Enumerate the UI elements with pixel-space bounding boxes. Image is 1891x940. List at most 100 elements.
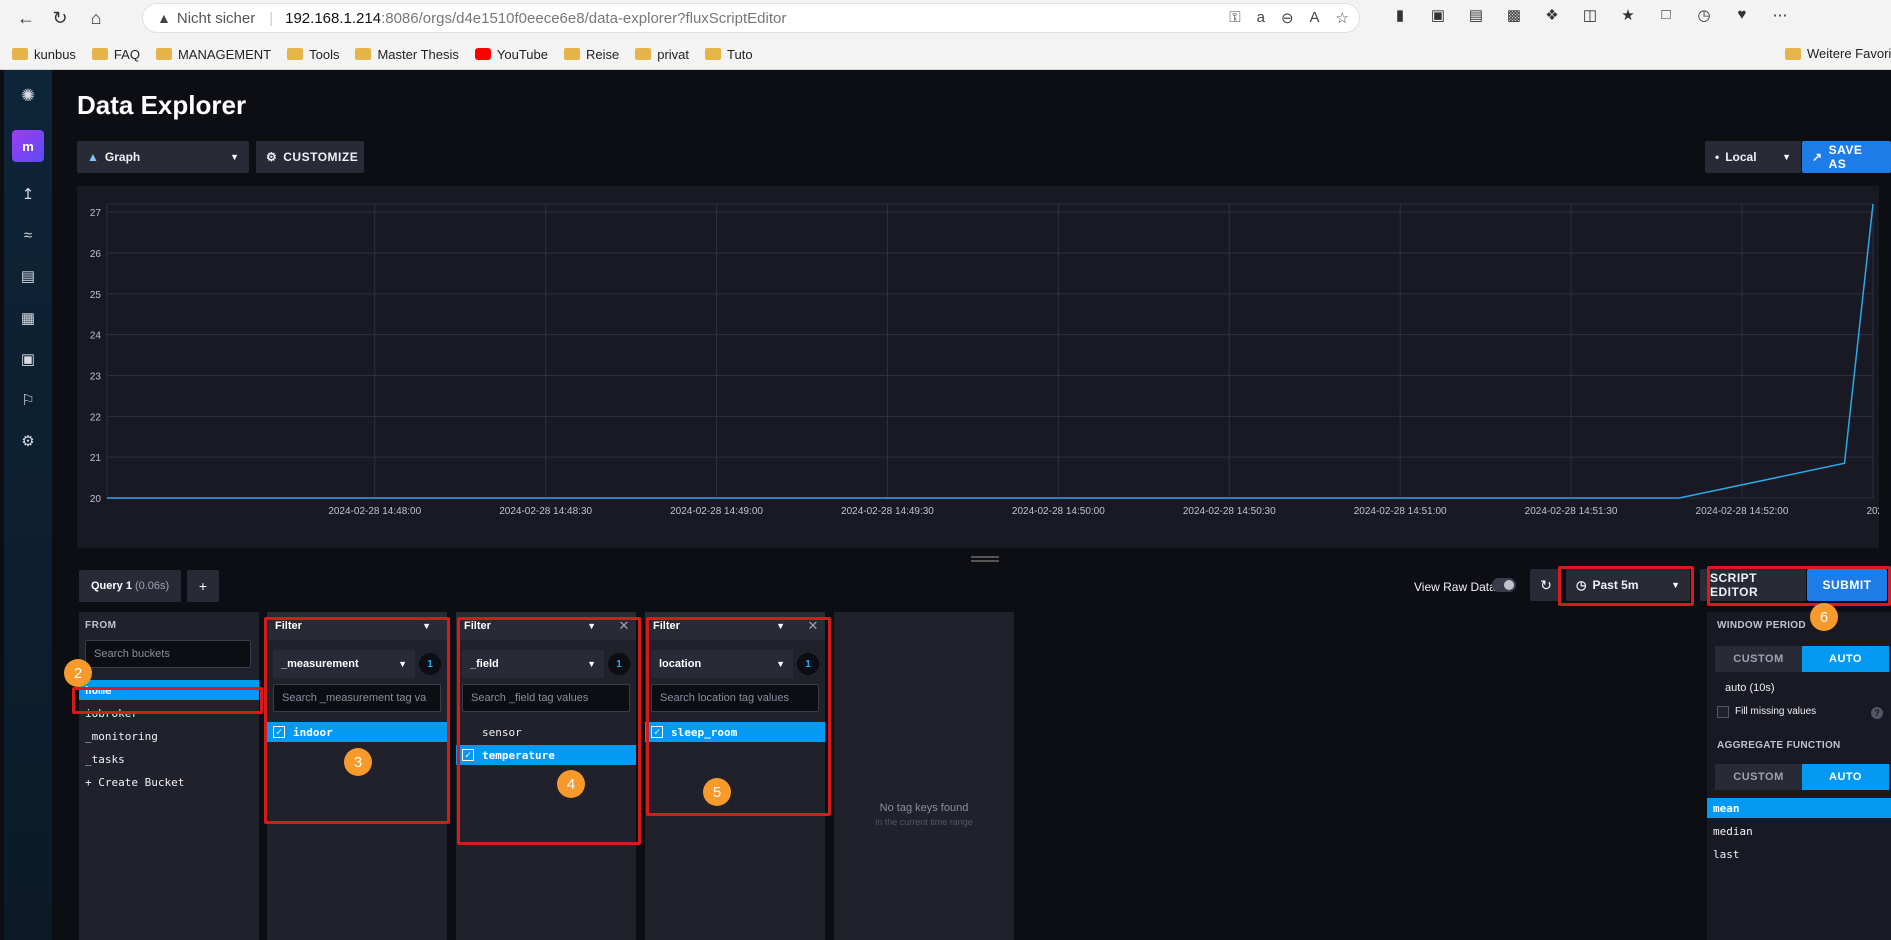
performance-icon[interactable]: ♥	[1732, 6, 1752, 24]
from-panel: FROM Search buckets home iobroker _monit…	[79, 612, 259, 940]
insecure-label: Nicht sicher	[176, 9, 256, 27]
x-tick-label: 2024-02-28 14:48:00	[328, 506, 421, 517]
split-screen-icon[interactable]: ◫	[1580, 6, 1600, 24]
alerts-bell-icon[interactable]: ⚐	[4, 386, 52, 414]
key-icon[interactable]: ⚿	[1229, 9, 1240, 27]
url-host: 192.168.1.214	[285, 9, 382, 27]
window-period-toggle: CUSTOM AUTO	[1715, 646, 1889, 672]
fill-missing-checkbox[interactable]	[1717, 706, 1729, 718]
bookmark-youtube[interactable]: YouTube	[474, 47, 548, 62]
dashboards-icon[interactable]: ▦	[4, 304, 52, 332]
reload-icon[interactable]: ↻	[46, 4, 74, 32]
bookmark-faq[interactable]: FAQ	[91, 47, 140, 62]
annotation-box-submit	[1707, 566, 1891, 606]
left-navigation: ✺ m ↥ ≈ ▤ ▦ ▣ ⚐ ⚙	[4, 70, 52, 940]
y-tick-label: 26	[90, 249, 102, 260]
notebook-icon[interactable]: ▤	[4, 262, 52, 290]
url-path: :8086/orgs/d4e1510f0eece6e8/data-explore…	[381, 9, 787, 27]
add-query-button[interactable]: +	[187, 570, 219, 602]
favorite-star-icon[interactable]: ☆	[1336, 9, 1349, 27]
folder-icon	[155, 48, 172, 60]
tasks-calendar-icon[interactable]: ▣	[4, 345, 52, 373]
fill-missing-label: Fill missing values	[1735, 706, 1817, 717]
x-tick-label: 2024-02-28 14:48:30	[499, 506, 592, 517]
translate-icon[interactable]: a	[1257, 9, 1265, 27]
window-period-label: WINDOW PERIOD	[1717, 620, 1806, 631]
aggregate-fn-mean[interactable]: mean	[1707, 798, 1891, 818]
chevron-down-icon: ▼	[1782, 152, 1791, 162]
view-raw-data-toggle[interactable]	[1492, 578, 1516, 592]
bookmark-kunbus[interactable]: kunbus	[12, 47, 76, 62]
bookmark-tuto[interactable]: Tuto	[705, 47, 753, 62]
bucket-monitoring[interactable]: _monitoring	[79, 726, 259, 746]
folder-icon	[1785, 47, 1801, 60]
aggregate-fn-last[interactable]: last	[1707, 844, 1891, 864]
query-tab[interactable]: Query 1 (0.06s)	[79, 570, 182, 602]
step-marker-4: 4	[557, 770, 585, 798]
window-period-custom[interactable]: CUSTOM	[1715, 646, 1802, 672]
address-bar[interactable]: ▲ Nicht sicher | 192.168.1.214 :8086/org…	[142, 3, 1360, 33]
plot-frame	[106, 203, 1874, 499]
bookmark-tools[interactable]: Tools	[287, 47, 339, 62]
pin-icon: •	[1715, 150, 1720, 164]
extension-icon[interactable]: ▩	[1504, 6, 1524, 24]
aggregate-fn-median[interactable]: median	[1707, 821, 1891, 841]
warning-icon: ▲	[157, 10, 171, 26]
window-period-auto[interactable]: AUTO	[1802, 646, 1889, 672]
extension-icon[interactable]: ▣	[1428, 6, 1448, 24]
resize-handle[interactable]	[971, 556, 999, 562]
y-tick-label: 23	[90, 372, 102, 383]
graph-type-dropdown[interactable]: ▲ Graph ▼	[77, 141, 249, 173]
timezone-dropdown[interactable]: • Local ▼	[1705, 141, 1801, 173]
more-icon[interactable]: ⋯	[1770, 6, 1790, 24]
aggregate-custom[interactable]: CUSTOM	[1715, 764, 1802, 790]
step-marker-6: 6	[1810, 603, 1838, 631]
folder-icon	[705, 48, 722, 60]
zoom-icon[interactable]: ⊖	[1281, 9, 1294, 27]
folder-icon	[635, 48, 652, 60]
favorites-icon[interactable]: ★	[1618, 6, 1638, 24]
extension-icon[interactable]: ▤	[1466, 6, 1486, 24]
customize-button[interactable]: ⚙ CUSTOMIZE	[256, 141, 364, 173]
no-tag-keys-sub: in the current time range	[875, 817, 973, 827]
influxdb-logo-icon[interactable]: ✺	[4, 82, 52, 110]
y-tick-label: 21	[90, 453, 102, 464]
back-icon[interactable]: ←	[12, 4, 40, 32]
data-explorer-icon[interactable]: ≈	[4, 221, 52, 249]
bookmark-more[interactable]: Weitere Favoriten	[1785, 46, 1891, 61]
puzzle-icon[interactable]: ❖	[1542, 6, 1562, 24]
bucket-tasks[interactable]: _tasks	[79, 749, 259, 769]
collections-icon[interactable]: □	[1656, 6, 1676, 24]
influxdb-app: ✺ m ↥ ≈ ▤ ▦ ▣ ⚐ ⚙ Data Explorer ▲ Graph …	[0, 70, 1891, 940]
bookmark-reise[interactable]: Reise	[563, 47, 619, 62]
bookmark-management[interactable]: MANAGEMENT	[155, 47, 271, 62]
x-tick-label: 2024-02-28 14:52:30	[1866, 506, 1879, 517]
series-line	[107, 203, 1874, 499]
folder-icon	[563, 48, 580, 60]
step-marker-3: 3	[344, 748, 372, 776]
y-tick-label: 22	[90, 412, 102, 423]
create-bucket-link[interactable]: + Create Bucket	[79, 772, 259, 792]
annotation-box-measurement	[264, 617, 450, 824]
bookmark-privat[interactable]: privat	[635, 47, 689, 62]
aggregate-auto[interactable]: AUTO	[1802, 764, 1889, 790]
window-period-value: auto (10s)	[1725, 682, 1775, 694]
save-as-button[interactable]: ↗ SAVE AS	[1802, 141, 1891, 173]
history-icon[interactable]: ◷	[1694, 6, 1714, 24]
bookmark-master-thesis[interactable]: Master Thesis	[355, 47, 459, 62]
upload-icon[interactable]: ↥	[4, 180, 52, 208]
browser-chrome: ← ↻ ⌂ ▲ Nicht sicher | 192.168.1.214 :80…	[0, 0, 1891, 70]
bucket-search-input[interactable]: Search buckets	[85, 640, 251, 668]
settings-gear-icon[interactable]: ⚙	[4, 427, 52, 455]
page-title: Data Explorer	[77, 90, 247, 120]
read-aloud-icon[interactable]: A	[1310, 9, 1320, 27]
empty-filter-panel: No tag keys found in the current time ra…	[834, 612, 1014, 940]
org-avatar[interactable]: m	[12, 130, 44, 162]
extension-icon[interactable]: ▮	[1390, 6, 1410, 24]
address-bar-icons: ⚿ a ⊖ A ☆	[1229, 9, 1349, 27]
home-icon[interactable]: ⌂	[82, 4, 110, 32]
help-icon[interactable]: ?	[1871, 707, 1883, 719]
y-tick-label: 27	[90, 208, 102, 219]
no-tag-keys-message: No tag keys found	[879, 802, 969, 814]
y-tick-label: 25	[90, 290, 102, 301]
